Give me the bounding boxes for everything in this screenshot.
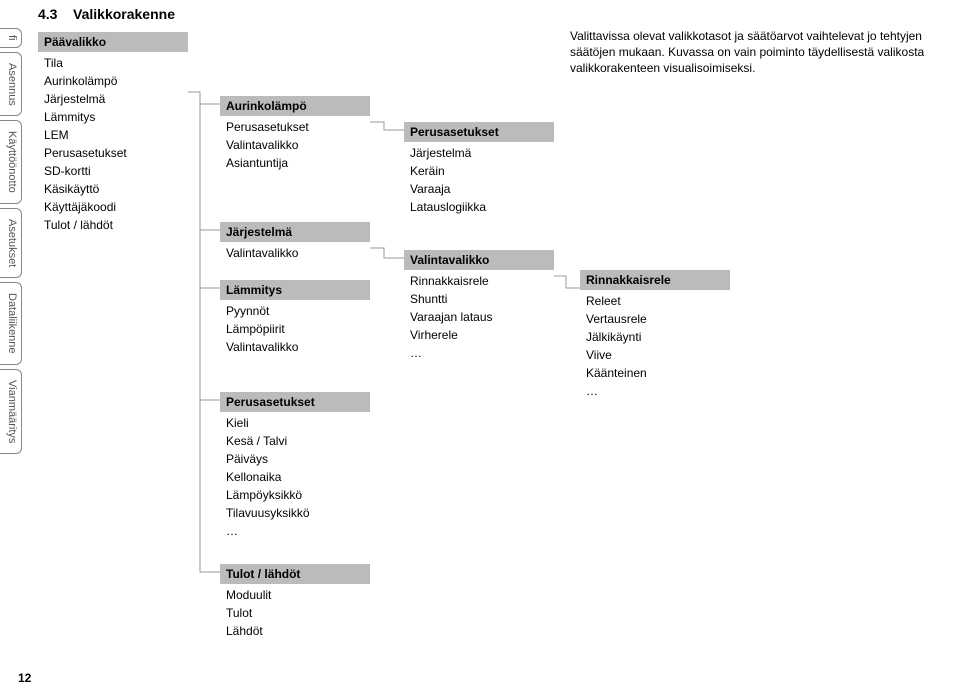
list-item[interactable]: Valintavalikko — [220, 136, 370, 154]
list-item[interactable]: Aurinkolämpö — [38, 72, 188, 90]
list-item[interactable]: Käyttäjäkoodi — [38, 198, 188, 216]
list-item[interactable]: Lämpöyksikkö — [220, 486, 370, 504]
list-item[interactable]: Asiantuntija — [220, 154, 370, 172]
list-item[interactable]: Perusasetukset — [38, 144, 188, 162]
side-tab-fi[interactable]: fi — [0, 28, 22, 48]
menu-header-paavalikko: Päävalikko — [38, 32, 188, 52]
list-item[interactable]: Pyynnöt — [220, 302, 370, 320]
menu-perusasetukset: Perusasetukset Kieli Kesä / Talvi Päiväy… — [220, 392, 370, 540]
menu-header: Valintavalikko — [404, 250, 554, 270]
list-item[interactable]: Keräin — [404, 162, 554, 180]
list-item[interactable]: Viive — [580, 346, 730, 364]
list-item[interactable]: Latauslogiikka — [404, 198, 554, 216]
list-item[interactable]: Varaaja — [404, 180, 554, 198]
menu-header: Aurinkolämpö — [220, 96, 370, 116]
section-title: Valikkorakenne — [73, 6, 175, 22]
list-item: … — [404, 344, 554, 362]
side-tab-dataliikenne[interactable]: Dataliikenne — [0, 282, 22, 365]
list-item[interactable]: Päiväys — [220, 450, 370, 468]
list-item[interactable]: Lähdöt — [220, 622, 370, 640]
list-item[interactable]: Varaajan lataus — [404, 308, 554, 326]
list-item[interactable]: Tulot / lähdöt — [38, 216, 188, 234]
menu-jarjestelma: Järjestelmä Valintavalikko — [220, 222, 370, 262]
menu-header: Tulot / lähdöt — [220, 564, 370, 584]
list-item[interactable]: Valintavalikko — [220, 338, 370, 356]
list-item[interactable]: Valintavalikko — [220, 244, 370, 262]
menu-header: Perusasetukset — [404, 122, 554, 142]
list-item[interactable]: Järjestelmä — [404, 144, 554, 162]
list-item[interactable]: Perusasetukset — [220, 118, 370, 136]
list-item[interactable]: Tulot — [220, 604, 370, 622]
menu-rinnakkaisrele: Rinnakkaisrele Releet Vertausrele Jälkik… — [580, 270, 730, 400]
list-item[interactable]: SD-kortti — [38, 162, 188, 180]
menu-valintavalikko-3: Valintavalikko Rinnakkaisrele Shuntti Va… — [404, 250, 554, 362]
list-item[interactable]: Käsikäyttö — [38, 180, 188, 198]
list-item: … — [220, 522, 370, 540]
menu-tulot-lahdot: Tulot / lähdöt Moduulit Tulot Lähdöt — [220, 564, 370, 640]
section-heading: 4.3 Valikkorakenne — [38, 6, 175, 22]
list-item[interactable]: Lämpöpiirit — [220, 320, 370, 338]
list-item[interactable]: Moduulit — [220, 586, 370, 604]
list-item[interactable]: Tilavuusyksikkö — [220, 504, 370, 522]
list-item[interactable]: Tila — [38, 54, 188, 72]
list-item[interactable]: Rinnakkaisrele — [404, 272, 554, 290]
list-item[interactable]: Shuntti — [404, 290, 554, 308]
side-tab-asetukset[interactable]: Asetukset — [0, 208, 22, 278]
list-item[interactable]: LEM — [38, 126, 188, 144]
side-tab-kayttoonotto[interactable]: Käyttöönotto — [0, 120, 22, 204]
list-item[interactable]: Kieli — [220, 414, 370, 432]
list-item[interactable]: Releet — [580, 292, 730, 310]
page-number: 12 — [18, 671, 31, 685]
list-item[interactable]: Järjestelmä — [38, 90, 188, 108]
side-tabs: fi Asennus Käyttöönotto Asetukset Datali… — [0, 0, 22, 454]
list-item[interactable]: Vertausrele — [580, 310, 730, 328]
menu-perusasetukset-3: Perusasetukset Järjestelmä Keräin Varaaj… — [404, 122, 554, 216]
list-item[interactable]: Virherele — [404, 326, 554, 344]
menu-header: Perusasetukset — [220, 392, 370, 412]
side-tab-vianmaaritys[interactable]: Vianmääritys — [0, 369, 22, 454]
section-number: 4.3 — [38, 6, 57, 22]
section-description: Valittavissa olevat valikkotasot ja säät… — [570, 28, 940, 77]
list-item[interactable]: Kesä / Talvi — [220, 432, 370, 450]
menu-paavalikko: Päävalikko Tila Aurinkolämpö Järjestelmä… — [38, 32, 188, 234]
side-tab-asennus[interactable]: Asennus — [0, 52, 22, 117]
menu-header: Järjestelmä — [220, 222, 370, 242]
menu-aurinkolampo: Aurinkolämpö Perusasetukset Valintavalik… — [220, 96, 370, 172]
list-item: … — [580, 382, 730, 400]
list-item[interactable]: Käänteinen — [580, 364, 730, 382]
menu-header: Lämmitys — [220, 280, 370, 300]
list-item[interactable]: Lämmitys — [38, 108, 188, 126]
menu-lammitys: Lämmitys Pyynnöt Lämpöpiirit Valintavali… — [220, 280, 370, 356]
list-item[interactable]: Jälkikäynti — [580, 328, 730, 346]
menu-header: Rinnakkaisrele — [580, 270, 730, 290]
list-item[interactable]: Kellonaika — [220, 468, 370, 486]
